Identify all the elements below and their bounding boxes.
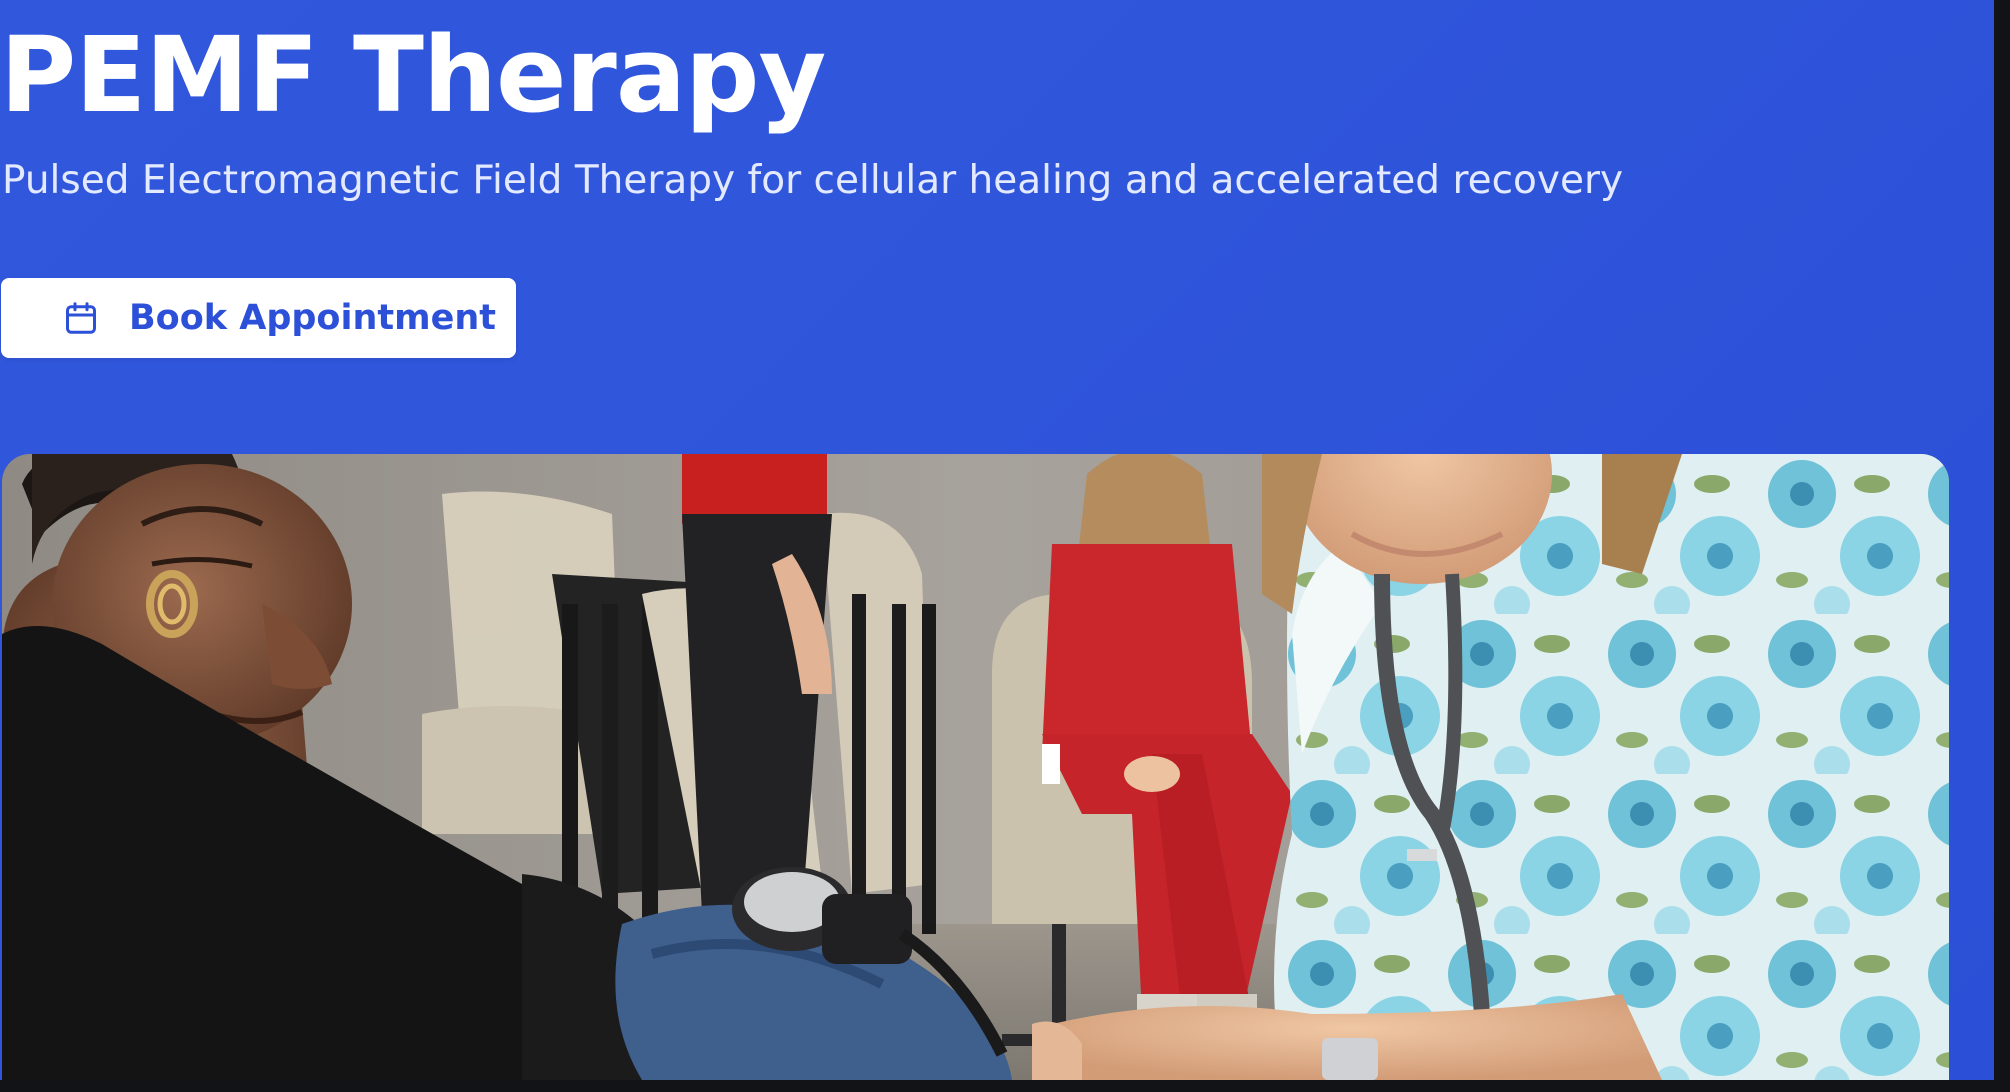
hero-photo bbox=[2, 454, 1949, 1080]
page-subtitle: Pulsed Electromagnetic Field Therapy for… bbox=[2, 158, 1624, 203]
calendar-icon bbox=[66, 302, 96, 334]
window-bottom-edge bbox=[0, 1080, 2010, 1092]
book-appointment-button[interactable]: Book Appointment bbox=[1, 278, 516, 358]
page-title: PEMF Therapy bbox=[0, 14, 826, 136]
window-edge bbox=[1994, 0, 2010, 1092]
book-appointment-label: Book Appointment bbox=[129, 298, 496, 338]
hero-section: PEMF Therapy Pulsed Electromagnetic Fiel… bbox=[0, 0, 1994, 1080]
